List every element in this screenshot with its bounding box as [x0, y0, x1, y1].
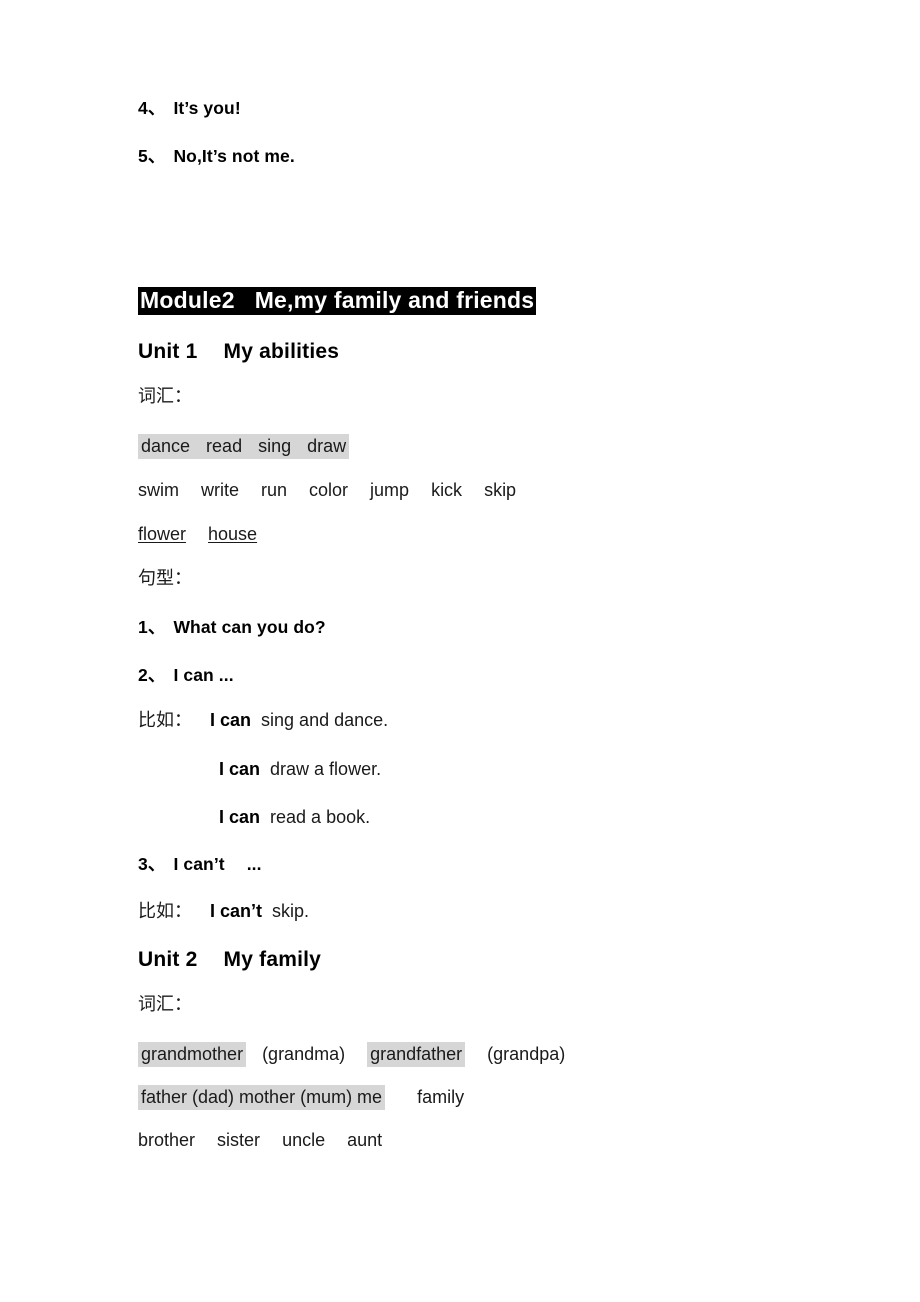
item-5-text: No,It’s not me.: [173, 145, 295, 166]
vocab-word-family: family: [417, 1086, 465, 1107]
vocab-word: uncle: [282, 1129, 326, 1150]
item-4-number: 4、: [138, 98, 166, 118]
vocab-word: write: [201, 480, 240, 500]
vocab-word: run: [261, 480, 288, 500]
unit2-family-row-3: brother sister uncle aunt: [138, 1131, 838, 1149]
vocab-word: brother: [138, 1129, 196, 1150]
module-header-line: Module2 Me,my family and friends: [138, 287, 838, 315]
unit1-vocab-label: 词汇：: [138, 386, 192, 407]
pattern-3-text: I can’t: [173, 854, 225, 874]
unit1-pattern-3: 3、 I can’t...: [138, 854, 838, 874]
vocab-word: sing: [258, 436, 292, 456]
item-5-number: 5、: [138, 145, 166, 166]
unit1-vocab-row-2: swim write run color jump kick skip: [138, 481, 838, 499]
unit2-label: Unit 2: [138, 947, 198, 971]
module-header-part1: Module2: [140, 287, 235, 313]
item-4-text: It’s you!: [173, 98, 241, 118]
vocab-word: swim: [138, 480, 179, 500]
vocab-word-grandpa: (grandpa): [487, 1043, 566, 1064]
unit1-title: My abilities: [223, 340, 340, 363]
unit2-heading: Unit 2 My family: [138, 949, 838, 970]
vocab-word: kick: [431, 480, 463, 500]
vocab-word-grandma: (grandma): [262, 1043, 346, 1064]
example-rest: sing and dance.: [261, 710, 389, 730]
unit1-vocab-row-1: dance read sing draw: [138, 434, 838, 459]
unit1-example-1: 比如： I can sing and dance.: [138, 711, 838, 730]
unit2-family-row-2: father (dad) mother (mum) me family: [138, 1084, 838, 1110]
unit2-title: My family: [223, 947, 322, 971]
pattern-1-number: 1、: [138, 617, 166, 637]
module-header-part2: Me,my family and friends: [254, 287, 535, 313]
example-lead: I can: [210, 710, 252, 730]
unit1-pattern-1: 1、 What can you do?: [138, 617, 838, 637]
example-rest: skip.: [272, 900, 310, 921]
vocab-word: sister: [217, 1129, 261, 1150]
pattern-3-number: 3、: [138, 854, 166, 874]
unit1-example-4: 比如： I can’t skip.: [138, 902, 838, 921]
vocab-word-underlined: flower: [138, 524, 187, 544]
vocab-word: draw: [307, 436, 347, 456]
module-header-bar: Module2 Me,my family and friends: [138, 287, 537, 315]
example-label: 比如：: [138, 710, 192, 731]
numbered-item-4: 4、 It’s you!: [138, 98, 838, 118]
vocab-word: aunt: [347, 1129, 383, 1150]
unit2-family-row-1: grandmother (grandma) grandfather (grandpa): [138, 1041, 838, 1067]
vocab-highlight-group: dance read sing draw: [138, 434, 350, 459]
vocab-word: dance: [141, 436, 191, 456]
vocab-word: skip: [484, 480, 517, 500]
unit1-label: Unit 1: [138, 340, 198, 363]
example-lead: I can: [219, 759, 261, 779]
vocab-highlight-parents-me: father (dad) mother (mum) me: [138, 1084, 386, 1110]
unit1-pattern-2: 2、 I can ...: [138, 664, 838, 685]
pattern-3-ellipsis: ...: [246, 854, 262, 874]
example-rest: draw a flower.: [270, 759, 382, 779]
vocab-word: color: [309, 480, 349, 500]
pattern-2-text: I can ...: [173, 664, 234, 685]
example-lead: I can: [219, 807, 261, 827]
vocab-word: jump: [370, 480, 410, 500]
pattern-1-text: What can you do?: [173, 617, 326, 637]
vocab-highlight-grandfather: grandfather: [367, 1041, 466, 1067]
unit2-vocab-label: 词汇：: [138, 993, 192, 1015]
example-rest: read a book.: [270, 807, 371, 827]
numbered-item-5: 5、 No,It’s not me.: [138, 145, 838, 166]
document-page: 4、 It’s you! 5、 No,It’s not me. Module2 Me,…: [0, 0, 920, 1302]
vocab-word-underlined: house: [208, 524, 258, 544]
unit1-example-3: I can read a book.: [138, 808, 838, 826]
unit1-example-2: I can draw a flower.: [138, 760, 838, 778]
example-label: 比如：: [138, 900, 192, 922]
example-lead: I can’t: [210, 900, 263, 921]
vocab-highlight-grandmother: grandmother: [138, 1041, 247, 1067]
unit1-heading: Unit 1 My abilities: [138, 341, 838, 362]
unit1-pattern-label: 句型：: [138, 568, 192, 589]
vocab-word: read: [206, 436, 243, 456]
pattern-2-number: 2、: [138, 664, 166, 685]
unit1-vocab-row-3: flower house: [138, 525, 838, 543]
document-content: 4、 It’s you! 5、 No,It’s not me. Module2 Me,…: [138, 0, 838, 1149]
